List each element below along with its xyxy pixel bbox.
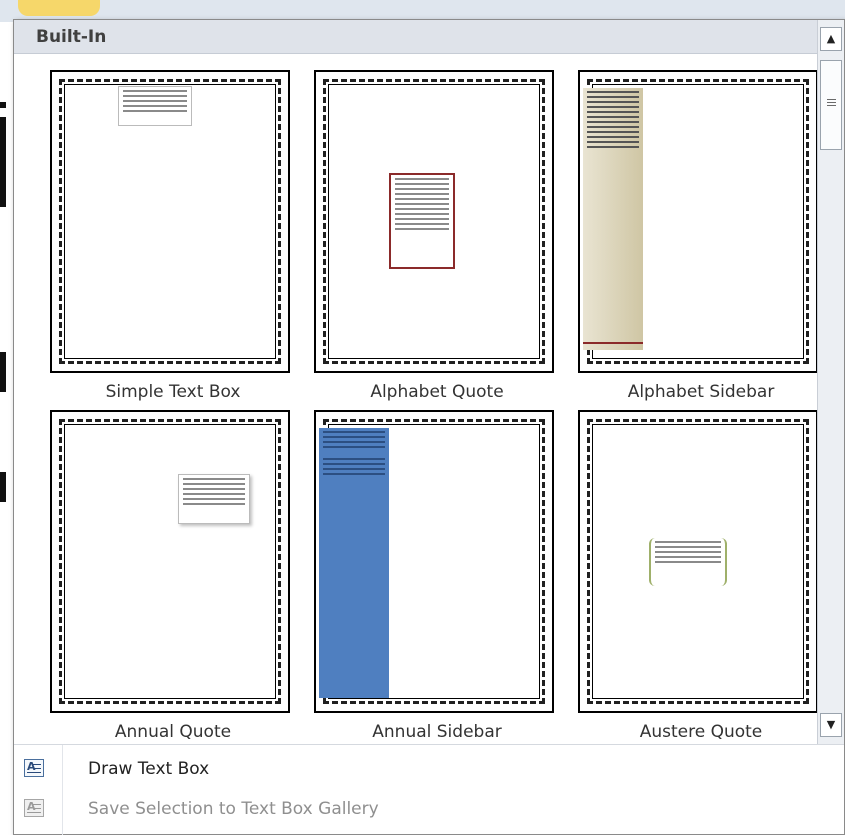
- gallery-item-annual-sidebar[interactable]: Annual Sidebar: [311, 404, 563, 744]
- page-thumbnail: [50, 410, 290, 713]
- save-selection-label: Save Selection to Text Box Gallery: [88, 799, 379, 819]
- sidebar-preview: [583, 88, 643, 350]
- background-document-edge: [0, 22, 13, 835]
- gallery-item-annual-quote[interactable]: Annual Quote: [47, 404, 299, 744]
- text-box-icon: A: [24, 759, 44, 777]
- background-ribbon-tab: [18, 0, 100, 16]
- save-selection-menu-item: A Save Selection to Text Box Gallery: [14, 791, 844, 831]
- save-text-box-icon: A: [24, 799, 44, 817]
- text-box-preview: [118, 86, 192, 126]
- gallery-item-label: Alphabet Quote: [370, 382, 504, 402]
- gallery-item-simple-text-box[interactable]: Simple Text Box: [47, 64, 299, 404]
- page-thumbnail: [578, 410, 818, 713]
- gallery-item-label: Annual Quote: [114, 722, 232, 742]
- gallery-item-alphabet-sidebar[interactable]: Alphabet Sidebar: [575, 64, 827, 404]
- draw-text-box-label: Draw Text Box: [88, 759, 210, 779]
- sidebar-preview: [319, 428, 389, 698]
- page-thumbnail: [50, 70, 290, 373]
- gallery-footer-menu: A Draw Text Box A Save Selection to Text…: [14, 744, 844, 835]
- gallery-section-title: Built-In: [36, 27, 107, 47]
- scroll-up-arrow-icon[interactable]: ▲: [820, 27, 842, 51]
- scrollbar-thumb[interactable]: [820, 60, 842, 150]
- quote-box-preview: [649, 538, 727, 586]
- gallery-scrollbar[interactable]: ▲ ▼: [817, 20, 844, 744]
- gallery-item-label: Simple Text Box: [105, 382, 241, 402]
- text-box-gallery-dropdown: Built-In Simple Text Box Alphabet Quote …: [13, 19, 845, 835]
- scroll-down-arrow-icon[interactable]: ▼: [820, 713, 842, 737]
- gallery-grid: Simple Text Box Alphabet Quote Alphabet …: [14, 54, 818, 744]
- gallery-item-austere-quote[interactable]: Austere Quote: [575, 404, 827, 744]
- gallery-item-label: Alphabet Sidebar: [627, 382, 775, 402]
- page-thumbnail: [314, 410, 554, 713]
- quote-box-preview: [178, 474, 250, 524]
- quote-box-preview: [389, 173, 455, 269]
- gallery-item-label: Austere Quote: [639, 722, 763, 742]
- page-thumbnail: [314, 70, 554, 373]
- page-thumbnail: [578, 70, 818, 373]
- gallery-item-label: Annual Sidebar: [372, 722, 502, 742]
- gallery-section-header: Built-In: [14, 20, 818, 54]
- draw-text-box-menu-item[interactable]: A Draw Text Box: [14, 751, 844, 791]
- gallery-item-alphabet-quote[interactable]: Alphabet Quote: [311, 64, 563, 404]
